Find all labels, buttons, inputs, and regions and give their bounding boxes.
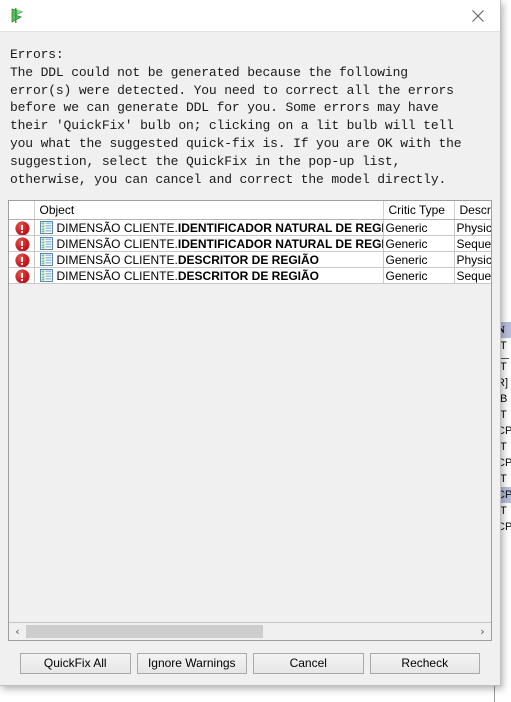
column-header-object[interactable]: Object [34, 201, 384, 221]
table-grid-icon [39, 253, 53, 267]
green-flag-icon [6, 5, 28, 27]
row-object-cell[interactable]: DIMENSÃO CLIENTE.IDENTIFICADOR NATURAL D… [34, 219, 384, 237]
row-object-cell[interactable]: DIMENSÃO CLIENTE.DESCRITOR DE REGIÃO [34, 267, 384, 285]
row-critic-type-cell[interactable]: Generic [383, 251, 455, 269]
errors-table: Object Critic Type Descript DIMENSÃO CLI… [9, 201, 491, 285]
row-object-cell[interactable]: DIMENSÃO CLIENTE.DESCRITOR DE REGIÃO [34, 251, 384, 269]
row-object-prefix: DIMENSÃO CLIENTE. [56, 220, 178, 235]
error-icon [15, 254, 29, 267]
error-icon [15, 238, 29, 251]
table-row[interactable]: DIMENSÃO CLIENTE.DESCRITOR DE REGIÃO Gene… [9, 251, 491, 269]
ddl-errors-dialog: Errors: The DDL could not be generated b… [0, 0, 501, 686]
error-message-heading: Errors: [10, 47, 64, 62]
row-object-column-name: IDENTIFICADOR NATURAL DE REGIÃO [177, 236, 383, 251]
column-header-description[interactable]: Descript [454, 201, 491, 221]
row-object-label: DIMENSÃO CLIENTE.DESCRITOR DE REGIÃO [57, 253, 320, 267]
table-row[interactable]: DIMENSÃO CLIENTE.IDENTIFICADOR NATURAL D… [9, 235, 491, 253]
scrollbar-thumb[interactable] [26, 625, 264, 638]
recheck-button[interactable]: Recheck [369, 652, 480, 674]
row-object-column-name: DESCRITOR DE REGIÃO [177, 252, 319, 267]
row-critic-type-cell[interactable]: Generic [383, 267, 455, 285]
ignore-warnings-button[interactable]: Ignore Warnings [136, 652, 247, 674]
row-severity-cell[interactable] [9, 267, 35, 285]
row-critic-type-cell[interactable]: Generic [383, 219, 455, 237]
row-object-column-name: IDENTIFICADOR NATURAL DE REGIÃO [177, 220, 383, 235]
row-object-label: DIMENSÃO CLIENTE.DESCRITOR DE REGIÃO [57, 269, 320, 283]
error-message-block: Errors: The DDL could not be generated b… [0, 32, 500, 194]
table-grid-icon [39, 221, 53, 235]
close-icon[interactable] [456, 0, 500, 31]
row-object-cell[interactable]: DIMENSÃO CLIENTE.IDENTIFICADOR NATURAL D… [34, 235, 384, 253]
row-object-column-name: DESCRITOR DE REGIÃO [177, 268, 319, 283]
scroll-right-arrow-icon[interactable]: › [474, 624, 491, 639]
row-severity-cell[interactable] [9, 251, 35, 269]
row-object-prefix: DIMENSÃO CLIENTE. [56, 236, 178, 251]
row-severity-cell[interactable] [9, 235, 35, 253]
row-object-label: DIMENSÃO CLIENTE.IDENTIFICADOR NATURAL D… [57, 221, 383, 235]
row-description-cell[interactable]: Physical n [454, 251, 491, 269]
cancel-button[interactable]: Cancel [253, 652, 364, 674]
errors-table-scroll-area[interactable]: Object Critic Type Descript DIMENSÃO CLI… [9, 201, 491, 622]
dialog-titlebar [0, 0, 500, 32]
errors-table-body: DIMENSÃO CLIENTE.IDENTIFICADOR NATURAL D… [9, 219, 491, 285]
column-header-critic-type[interactable]: Critic Type [383, 201, 455, 221]
dialog-button-bar: QuickFix All Ignore Warnings Cancel Recheck [0, 641, 500, 685]
quickfix-all-button[interactable]: QuickFix All [20, 652, 131, 674]
error-message-body: The DDL could not be generated because t… [10, 64, 462, 187]
row-description-cell[interactable]: Sequence [454, 235, 491, 253]
table-header-row: Object Critic Type Descript [9, 201, 491, 221]
error-icon [15, 222, 29, 235]
table-grid-icon [39, 269, 53, 283]
table-grid-icon [39, 237, 53, 251]
errors-table-container: Object Critic Type Descript DIMENSÃO CLI… [8, 200, 492, 641]
table-row[interactable]: DIMENSÃO CLIENTE.IDENTIFICADOR NATURAL D… [9, 219, 491, 237]
scrollbar-track[interactable] [26, 624, 474, 639]
row-object-label: DIMENSÃO CLIENTE.IDENTIFICADOR NATURAL D… [57, 237, 383, 251]
row-description-cell[interactable]: Physical n [454, 219, 491, 237]
row-description-cell[interactable]: Sequence [454, 267, 491, 285]
error-icon [15, 270, 29, 283]
scroll-left-arrow-icon[interactable]: ‹ [9, 624, 26, 639]
row-object-prefix: DIMENSÃO CLIENTE. [56, 268, 178, 283]
row-severity-cell[interactable] [9, 219, 35, 237]
row-object-prefix: DIMENSÃO CLIENTE. [56, 252, 178, 267]
table-row[interactable]: DIMENSÃO CLIENTE.DESCRITOR DE REGIÃO Gene… [9, 267, 491, 285]
column-header-severity[interactable] [9, 201, 35, 221]
horizontal-scrollbar[interactable]: ‹ › [9, 622, 491, 640]
row-critic-type-cell[interactable]: Generic [383, 235, 455, 253]
